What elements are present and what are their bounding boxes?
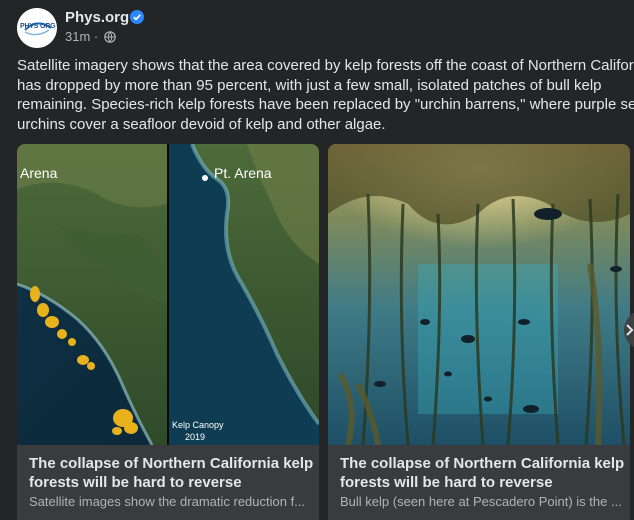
globe-icon — [104, 31, 116, 43]
card-title[interactable]: The collapse of Northern California kelp… — [29, 454, 314, 492]
underwater-kelp-photo — [328, 144, 630, 445]
satellite-map-image: Arena Pt. Arena Kelp Canopy 2019 — [17, 144, 319, 445]
post-text-line: has dropped by more than 95 percent, wit… — [17, 76, 602, 94]
map-caption-kelp-canopy: Kelp Canopy — [172, 420, 224, 430]
link-card-kelp-photo[interactable]: The collapse of Northern California kelp… — [328, 144, 630, 520]
verified-badge-icon — [130, 10, 144, 24]
post-header: PHYS ORG Phys.org 31m · — [17, 8, 617, 48]
post-timestamp[interactable]: 31m — [65, 29, 90, 44]
carousel-next-button[interactable] — [624, 310, 634, 350]
link-card-satellite[interactable]: Arena Pt. Arena Kelp Canopy 2019 The col… — [17, 144, 319, 520]
map-caption-year: 2019 — [185, 432, 205, 442]
card-title[interactable]: The collapse of Northern California kelp… — [340, 454, 625, 492]
avatar-logo-text: PHYS ORG — [20, 23, 56, 30]
card-description: Satellite images show the dramatic reduc… — [29, 494, 306, 509]
map-label-arena: Arena — [20, 165, 58, 181]
page-avatar[interactable]: PHYS ORG — [17, 8, 57, 48]
post-text: Satellite imagery shows that the area co… — [17, 56, 634, 134]
map-label-pt-arena: Pt. Arena — [214, 165, 272, 181]
chevron-right-icon — [626, 324, 634, 336]
card-description: Bull kelp (seen here at Pescadero Point)… — [340, 494, 622, 509]
post-text-line: urchins cover a seafloor devoid of kelp … — [17, 115, 386, 133]
post-text-line: remaining. Species-rich kelp forests hav… — [17, 96, 634, 113]
page-name-link[interactable]: Phys.org — [65, 9, 129, 26]
meta-separator: · — [93, 29, 102, 44]
post-meta: 31m · — [65, 29, 116, 44]
post-text-line: Satellite imagery shows that the area co… — [17, 57, 634, 74]
